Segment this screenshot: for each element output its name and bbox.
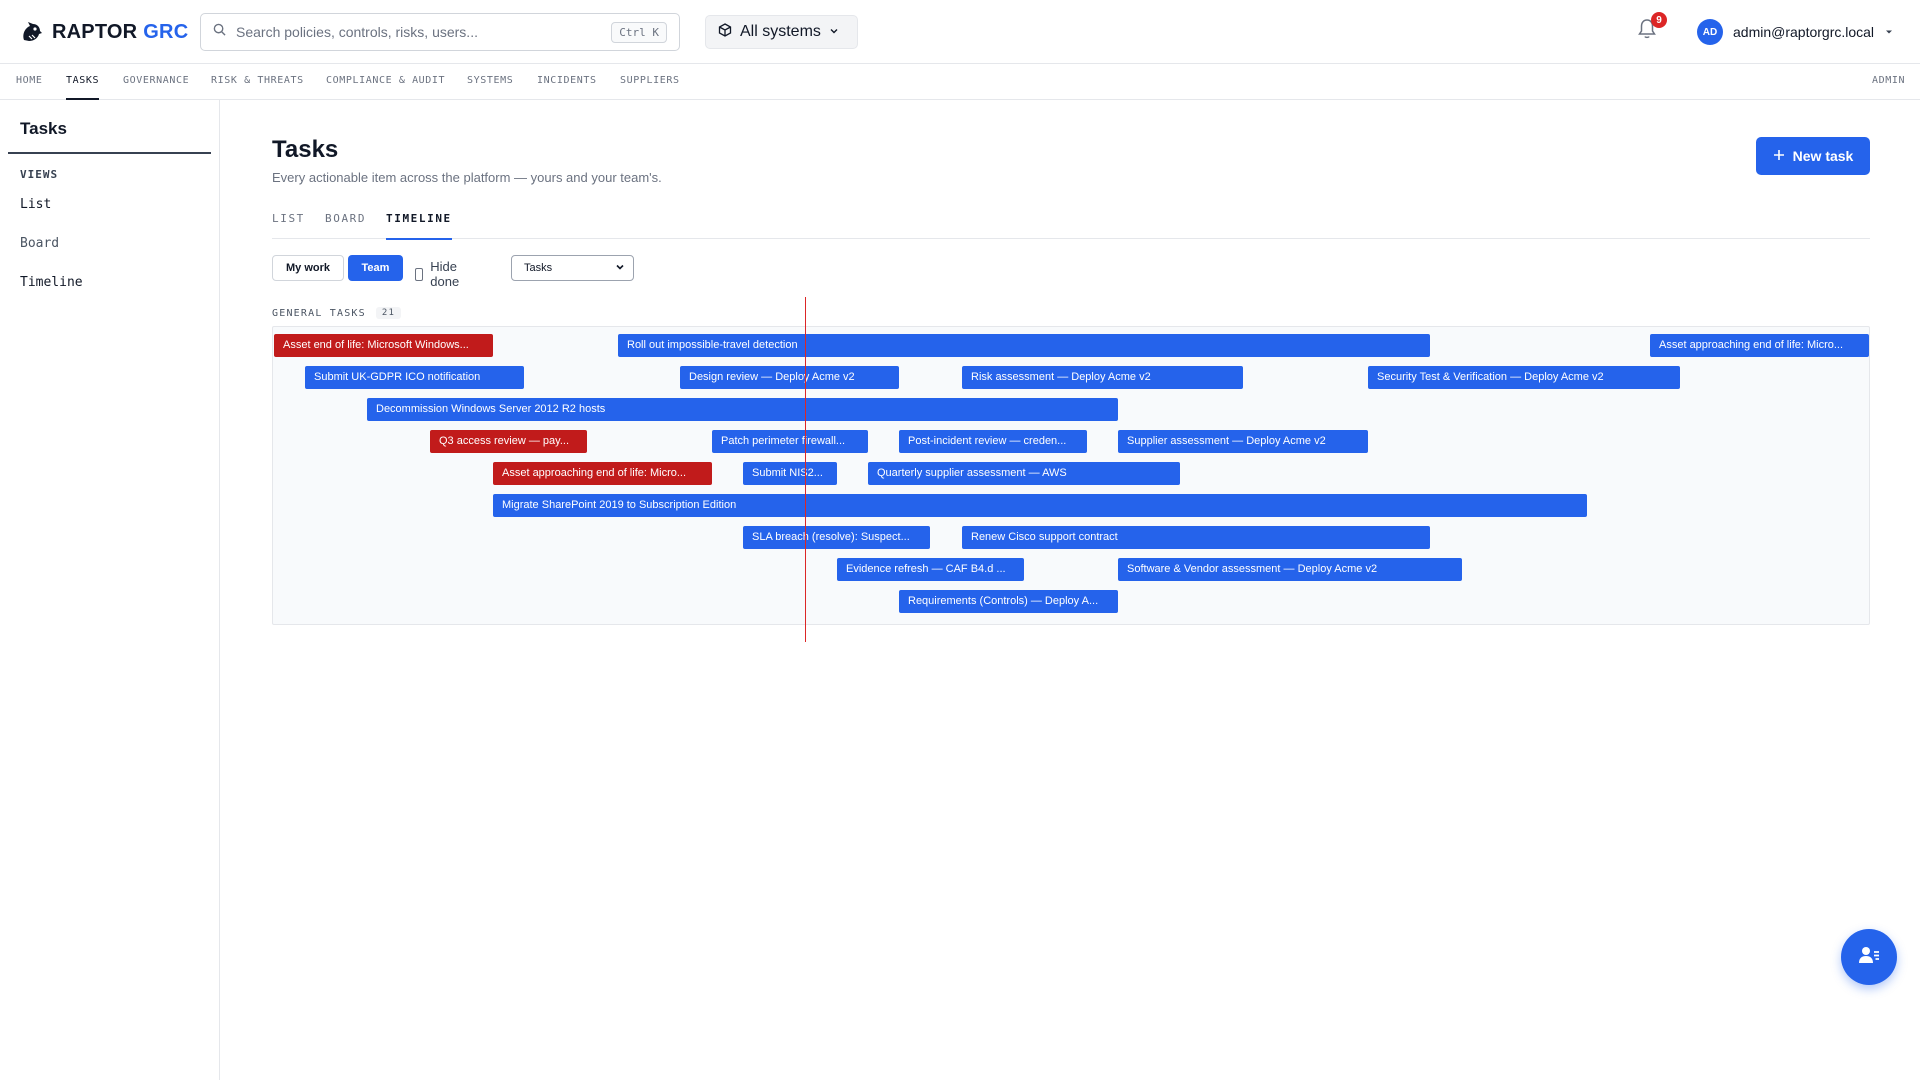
sidebar-divider <box>8 152 211 154</box>
timeline-bar[interactable]: Migrate SharePoint 2019 to Subscription … <box>493 494 1587 517</box>
sidebar-title: Tasks <box>20 119 67 138</box>
nav-incidents[interactable]: INCIDENTS <box>537 64 597 100</box>
plus-icon <box>1773 148 1785 164</box>
notification-count-badge: 9 <box>1651 12 1667 28</box>
top-bar: RAPTORGRC Ctrl K All systems 9 AD admin@… <box>0 0 1920 64</box>
raptor-logo-icon <box>20 16 44 49</box>
timeline-bar[interactable]: Evidence refresh — CAF B4.d ... <box>837 558 1024 581</box>
nav-governance[interactable]: GOVERNANCE <box>123 64 189 100</box>
new-task-label: New task <box>1792 148 1854 164</box>
timeline-bar[interactable]: Submit UK-GDPR ICO notification <box>305 366 524 389</box>
nav-compliance-audit[interactable]: COMPLIANCE & AUDIT <box>326 64 445 100</box>
view-tabs: LIST BOARD TIMELINE <box>272 210 1870 240</box>
timeline-bar[interactable]: Renew Cisco support contract <box>962 526 1430 549</box>
sidebar-item-board[interactable]: Board <box>20 236 59 251</box>
timeline-bar[interactable]: Security Test & Verification — Deploy Ac… <box>1368 366 1680 389</box>
timeline-bar[interactable]: Submit NIS2... <box>743 462 837 485</box>
group-count-badge: 21 <box>375 307 402 319</box>
hide-done-toggle[interactable]: Hide done <box>415 259 464 289</box>
timeline-bar[interactable]: Supplier assessment — Deploy Acme v2 <box>1118 430 1368 453</box>
my-work-button[interactable]: My work <box>272 255 344 281</box>
page-title: Tasks <box>272 136 339 163</box>
timeline-bar[interactable]: Design review — Deploy Acme v2 <box>680 366 899 389</box>
sidebar-section-views: VIEWS <box>20 168 59 181</box>
timeline-bar[interactable]: Requirements (Controls) — Deploy A... <box>899 590 1118 613</box>
systems-selector[interactable]: All systems <box>705 15 858 49</box>
user-assign-icon <box>1858 945 1880 970</box>
item-type-select-value: Tasks <box>524 262 553 274</box>
nav-risk-threats[interactable]: RISK & THREATS <box>211 64 304 100</box>
group-label: GENERAL TASKS <box>272 307 366 319</box>
item-type-select[interactable]: Tasks <box>511 255 634 281</box>
team-button[interactable]: Team <box>348 255 403 281</box>
timeline-bar[interactable]: Asset approaching end of life: Micro... <box>493 462 712 485</box>
timeline-bar[interactable]: Asset approaching end of life: Micro... <box>1650 334 1869 357</box>
search-shortcut-hint: Ctrl K <box>611 21 667 43</box>
hide-done-checkbox[interactable] <box>415 267 424 281</box>
chevron-down-icon <box>829 23 839 41</box>
timeline-bar[interactable]: Software & Vendor assessment — Deploy Ac… <box>1118 558 1462 581</box>
timeline-bar[interactable]: Patch perimeter firewall... <box>712 430 868 453</box>
user-email: admin@raptorgrc.local <box>1733 24 1875 40</box>
timeline-bar[interactable]: Risk assessment — Deploy Acme v2 <box>962 366 1243 389</box>
caret-down-icon <box>1884 24 1894 40</box>
user-menu[interactable]: AD admin@raptorgrc.local <box>1697 19 1894 45</box>
nav-suppliers[interactable]: SUPPLIERS <box>620 64 680 100</box>
tab-list[interactable]: LIST <box>272 210 305 239</box>
nav-admin[interactable]: ADMIN <box>1872 64 1905 100</box>
timeline-bar[interactable]: Post-incident review — creden... <box>899 430 1087 453</box>
timeline-bar[interactable]: SLA breach (resolve): Suspect... <box>743 526 930 549</box>
systems-selector-label: All systems <box>740 23 821 40</box>
group-header: GENERAL TASKS 21 <box>272 307 402 319</box>
assign-user-fab-button[interactable] <box>1841 929 1897 985</box>
timeline-chart: Asset end of life: Microsoft Windows... … <box>272 326 1870 625</box>
search-input[interactable] <box>236 24 602 40</box>
avatar: AD <box>1697 19 1723 45</box>
timeline-bar[interactable]: Quarterly supplier assessment — AWS <box>868 462 1180 485</box>
nav-home[interactable]: HOME <box>16 64 42 100</box>
global-search[interactable]: Ctrl K <box>200 13 680 51</box>
timeline-bar[interactable]: Asset end of life: Microsoft Windows... <box>274 334 493 357</box>
new-task-button[interactable]: New task <box>1756 137 1870 175</box>
tab-timeline[interactable]: TIMELINE <box>386 210 452 240</box>
brand-logo[interactable]: RAPTOR GRC <box>20 16 188 48</box>
main-nav: HOME TASKS GOVERNANCE RISK & THREATS COM… <box>0 64 1920 100</box>
timeline-bar[interactable]: Q3 access review — pay... <box>430 430 587 453</box>
search-icon <box>213 23 226 41</box>
page-subtitle: Every actionable item across the platfor… <box>272 170 662 185</box>
timeline-bar[interactable]: Roll out impossible-travel detection <box>618 334 1430 357</box>
tab-board[interactable]: BOARD <box>325 210 366 239</box>
chevron-down-icon <box>615 262 625 275</box>
sidebar-item-timeline[interactable]: Timeline <box>20 275 83 290</box>
sidebar: Tasks VIEWS List Board Timeline <box>0 100 220 1080</box>
hide-done-label: Hide done <box>430 259 460 289</box>
cube-icon <box>718 22 732 42</box>
nav-systems[interactable]: SYSTEMS <box>467 64 513 100</box>
nav-tasks[interactable]: TASKS <box>66 64 100 100</box>
today-marker-line <box>805 297 806 642</box>
sidebar-item-list[interactable]: List <box>20 197 51 212</box>
timeline-bar[interactable]: Decommission Windows Server 2012 R2 host… <box>367 398 1118 421</box>
brand-name: RAPTOR GRC <box>52 20 189 43</box>
